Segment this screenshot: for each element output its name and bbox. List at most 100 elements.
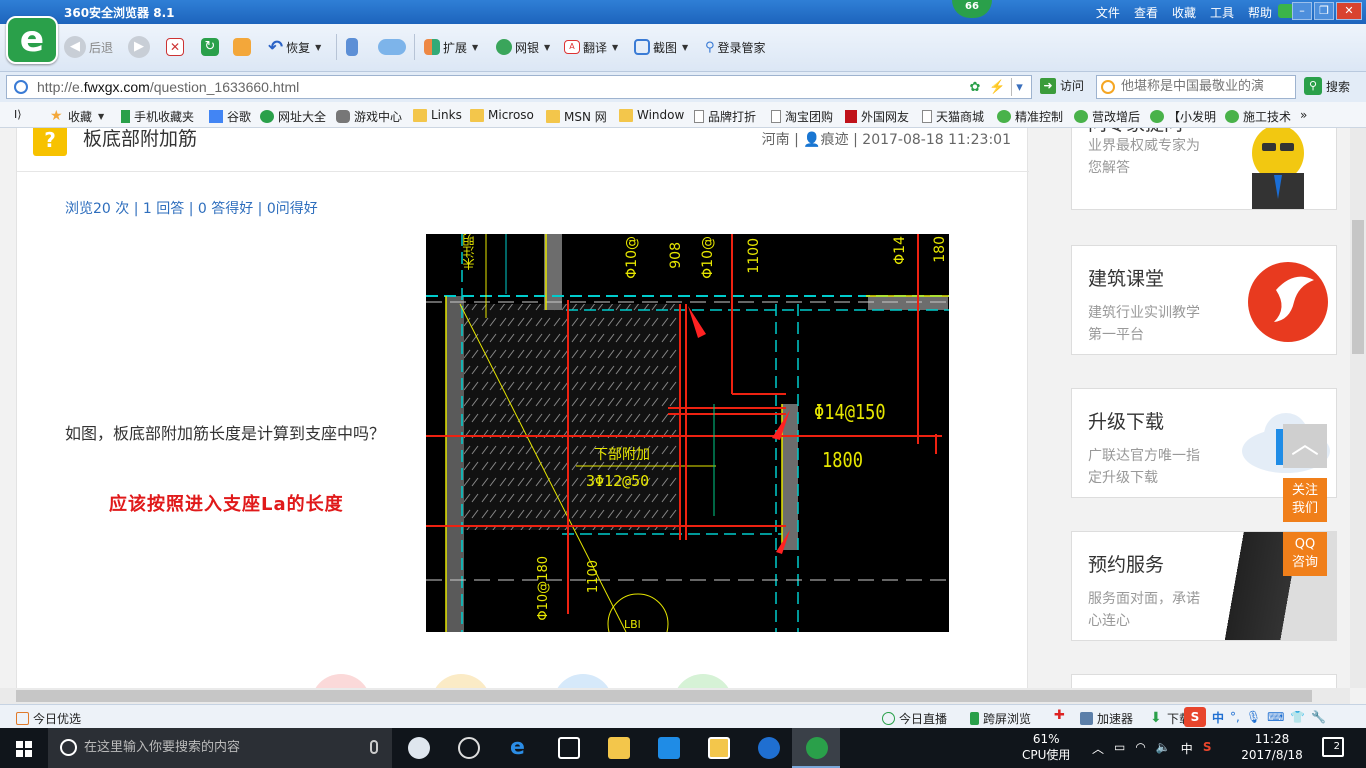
taskbar-app-blue[interactable] [644, 728, 692, 768]
taskbar-app-store[interactable] [544, 728, 592, 768]
back-button[interactable]: ◀ 后退 [64, 36, 113, 58]
share-icon[interactable] [673, 674, 733, 688]
fav-item[interactable]: 品牌打折 [694, 108, 756, 125]
taskbar-app-explorer[interactable] [594, 728, 642, 768]
today-live[interactable]: 今日直播 [882, 710, 947, 727]
maximize-button[interactable]: ❐ [1314, 2, 1334, 20]
lightning-icon[interactable]: ⚡ [989, 78, 1005, 96]
go-arrow-icon: ➜ [1040, 77, 1056, 94]
home-button[interactable] [233, 36, 251, 58]
dropdown-arrow-icon[interactable]: ▾ [1011, 78, 1027, 96]
question-stats[interactable]: 浏览20 次 | 1 回答 | 0 答得好 | 0问得好 [65, 198, 318, 218]
fav-item[interactable]: 【小发明 [1150, 108, 1216, 125]
vertical-scrollbar[interactable] [1350, 128, 1366, 688]
qq-consult-button[interactable]: QQ咨询 [1283, 532, 1327, 576]
expert-card[interactable]: 问专家提问 业界最权威专家为您解答 [1071, 128, 1337, 210]
taskbar-app-orbit[interactable] [444, 728, 492, 768]
share-icon[interactable] [311, 674, 371, 688]
favorites-overflow[interactable]: » [1300, 108, 1307, 122]
fav-item[interactable]: 精准控制 [997, 108, 1063, 125]
menu-file[interactable]: 文件 [1096, 4, 1120, 21]
fav-item[interactable]: 外国网友 [845, 108, 909, 125]
folder-icon [470, 108, 484, 122]
fav-item[interactable]: Links [413, 108, 462, 122]
bank-button[interactable]: 网银 ▼ [496, 36, 550, 58]
cad-label: 1100 [746, 238, 762, 274]
accelerator[interactable]: 加速器 [1080, 710, 1133, 727]
taskbar-app-edge[interactable]: e [496, 728, 544, 768]
back-to-top-button[interactable]: ︿ [1283, 424, 1327, 468]
windows-logo-icon [16, 741, 23, 748]
today-picks[interactable]: 今日优选 [16, 710, 81, 727]
taskbar-app-clouds[interactable] [394, 728, 442, 768]
refresh-button[interactable]: ↻ [201, 36, 219, 58]
menu-favorites[interactable]: 收藏 [1172, 4, 1196, 21]
wifi-icon[interactable]: ◠ [1135, 740, 1145, 757]
scroll-thumb[interactable] [1352, 220, 1364, 354]
browser-logo[interactable]: e [6, 16, 58, 64]
course-card[interactable]: 建筑课堂 建筑行业实训教学第一平台 [1071, 245, 1337, 355]
translate-button[interactable]: A 翻译 ▼ [564, 36, 618, 58]
taskbar-app-360browser[interactable] [792, 728, 840, 768]
refresh-ring-icon[interactable]: ✿ [967, 78, 983, 96]
fav-item[interactable]: 营改增后 [1074, 108, 1140, 125]
question-author[interactable]: 痕迹 [821, 132, 849, 148]
more-card[interactable] [1071, 674, 1337, 688]
question-region[interactable]: 河南 [762, 132, 790, 148]
card-title: 预约服务 [1088, 554, 1165, 576]
url-field[interactable]: http://e.fwxgx.com/question_1633660.html… [6, 75, 1032, 99]
close-button[interactable]: ✕ [1336, 2, 1362, 20]
clock[interactable]: 11:28 2017/8/18 [1240, 731, 1304, 763]
microphone-icon[interactable] [370, 740, 378, 754]
notification-center-button[interactable]: 2 [1322, 737, 1344, 757]
follow-us-button[interactable]: 关注我们 [1283, 478, 1327, 522]
visit-button[interactable]: ➜ 访问 [1040, 77, 1084, 94]
login-manager-button[interactable]: ⚲ 登录管家 [705, 36, 766, 58]
extend-button[interactable]: 扩展 ▼ [424, 36, 478, 58]
fav-item[interactable]: Microso [470, 108, 534, 122]
taskbar-search-input[interactable]: 在这里输入你要搜索的内容 [48, 728, 392, 768]
screenshot-button[interactable]: 截图 ▼ [634, 36, 688, 58]
fav-item[interactable]: 手机收藏夹 [121, 108, 194, 125]
ime-indicator[interactable]: 中 [1181, 740, 1193, 757]
fav-item[interactable]: 游戏中心 [336, 108, 402, 125]
cloud-button[interactable] [378, 36, 406, 58]
cad-label: Φ10@180 [536, 556, 551, 621]
share-icon[interactable] [553, 674, 613, 688]
fav-item[interactable]: Window [619, 108, 684, 122]
fav-item[interactable]: 天猫商城 [922, 108, 984, 125]
menu-help[interactable]: 帮助 [1248, 4, 1272, 21]
taskbar-app-glodon[interactable] [744, 728, 792, 768]
search-input[interactable]: 他堪称是中国最敬业的演 [1096, 75, 1296, 99]
cad-label: 1100 [586, 560, 601, 594]
stop-button[interactable]: ✕ [166, 36, 184, 58]
mobile-button[interactable] [346, 36, 358, 58]
start-button[interactable] [0, 728, 48, 768]
horizontal-scrollbar[interactable] [0, 688, 1350, 704]
forward-button[interactable]: ▶ [128, 36, 150, 58]
battery-icon[interactable]: ▭ [1114, 740, 1125, 757]
scroll-thumb[interactable] [16, 690, 1312, 702]
cross-screen[interactable]: 跨屏浏览 [970, 710, 1031, 727]
share-icon[interactable] [431, 674, 491, 688]
fav-item[interactable]: MSN 网 [546, 108, 607, 125]
url-domain: fwxgx.com [83, 79, 150, 95]
favorites-toggle[interactable]: I⟩ [14, 108, 22, 121]
medical-icon[interactable]: ✚ [1054, 709, 1067, 723]
sogou-tray-icon[interactable]: S [1203, 740, 1212, 757]
minimize-button[interactable]: – [1292, 2, 1312, 20]
restore-button[interactable]: ↶ 恢复 ▼ [268, 36, 321, 58]
fav-item[interactable]: 淘宝团购 [771, 108, 833, 125]
chevron-up-icon[interactable]: ︿ [1092, 740, 1104, 757]
fav-item[interactable]: 施工技术 [1225, 108, 1291, 125]
fav-item[interactable]: 网址大全 [260, 108, 326, 125]
menu-view[interactable]: 查看 [1134, 4, 1158, 21]
volume-icon[interactable]: 🔈 [1156, 740, 1171, 757]
fav-item[interactable]: 谷歌 [209, 108, 251, 125]
menu-tools[interactable]: 工具 [1210, 4, 1234, 21]
search-button[interactable]: ⚲ 搜索 [1304, 77, 1350, 95]
ime-toolbar[interactable]: S 中 °, 🎙 ⌨ 👕 🔧 [1184, 707, 1326, 727]
fav-item[interactable]: ★ 收藏 ▼ [50, 108, 104, 125]
taskbar-app-notes[interactable] [694, 728, 742, 768]
cpu-usage[interactable]: 61% CPU使用 [1022, 731, 1070, 763]
